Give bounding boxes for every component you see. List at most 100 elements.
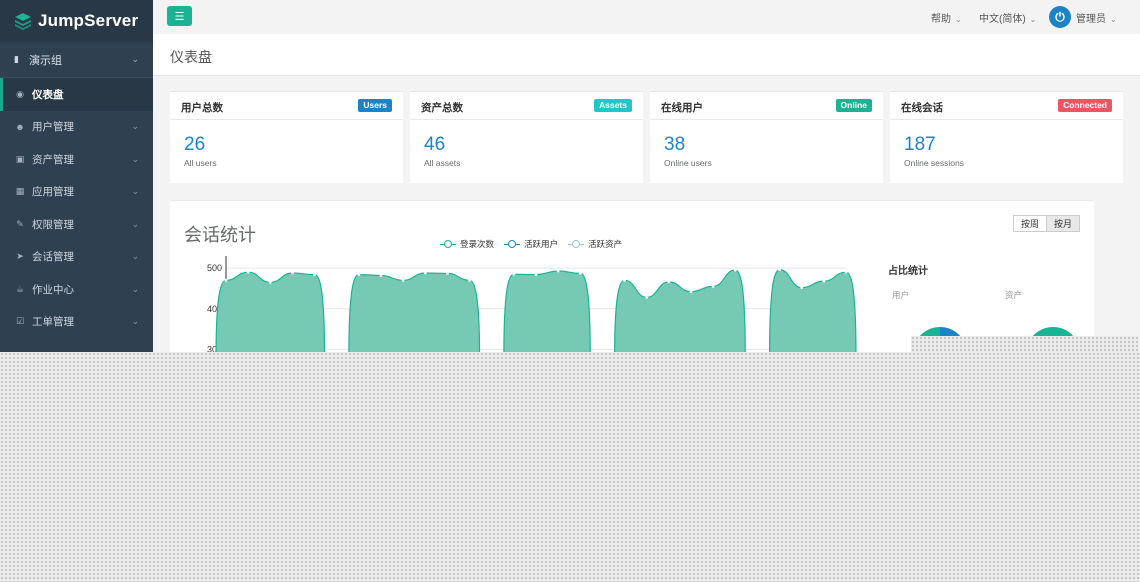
data-point[interactable] — [556, 269, 560, 273]
coffee-icon: ☕ — [15, 283, 25, 294]
placeholder-region — [911, 336, 1140, 352]
data-point[interactable] — [623, 278, 626, 282]
sidebar: JumpServer ▮ 演示组 ⌄ ◉ 仪表盘 ☻ 用户管理 ⌄ ▣ 资产管理… — [0, 0, 153, 352]
session-chart: 300400500 — [207, 256, 857, 352]
data-point[interactable] — [534, 273, 538, 277]
sidebar-item-dashboard[interactable]: ◉ 仪表盘 — [0, 78, 153, 111]
status-badge: Online — [835, 99, 872, 112]
data-point[interactable] — [224, 278, 228, 282]
legend-item[interactable]: 登录次数 — [440, 238, 494, 250]
power-icon: ⏻ — [1055, 9, 1065, 24]
sidebar-item-tickets[interactable]: ☑ 工单管理 ⌄ — [0, 306, 153, 339]
data-point[interactable] — [711, 285, 715, 288]
legend-marker-icon — [440, 240, 456, 248]
help-label: 帮助 — [931, 14, 951, 25]
card-title: 资产总数 — [421, 102, 463, 114]
data-point[interactable] — [667, 280, 671, 284]
top-navbar: ☰ 帮助 ⌄ 中文(简体) ⌄ ⏻ 管理员 ⌄ — [153, 0, 1140, 34]
card-value: 38 — [664, 134, 686, 155]
sidebar-item-label: 会话管理 — [32, 251, 74, 264]
data-point[interactable] — [844, 270, 848, 274]
data-point[interactable] — [268, 280, 272, 284]
data-point[interactable] — [800, 286, 804, 290]
data-point[interactable] — [401, 278, 405, 282]
language-menu[interactable]: 中文(简体) ⌄ — [979, 10, 1036, 25]
legend-item[interactable]: 活跃资产 — [568, 238, 622, 250]
ratio-user-label: 用户 — [892, 290, 910, 300]
org-label: 演示组 — [28, 54, 62, 67]
stat-card-online-users: 在线用户 Online 38 Online users — [650, 91, 883, 183]
chevron-down-icon: ⌄ — [131, 121, 139, 132]
data-point[interactable] — [578, 272, 582, 275]
card-title: 用户总数 — [181, 102, 223, 114]
card-value: 46 — [424, 134, 446, 155]
sidebar-item-assets[interactable]: ▣ 资产管理 ⌄ — [0, 143, 153, 176]
sidebar-item-sessions[interactable]: ➤ 会话管理 ⌄ — [0, 241, 153, 274]
data-point[interactable] — [645, 295, 649, 299]
card-title: 在线会话 — [901, 102, 943, 114]
card-value: 187 — [904, 134, 936, 155]
data-point[interactable] — [822, 279, 826, 283]
user-menu[interactable]: 管理员 ⌄ — [1076, 10, 1117, 25]
legend-label: 活跃资产 — [588, 239, 623, 249]
sidebar-item-label: 工单管理 — [32, 316, 74, 329]
data-point[interactable] — [778, 268, 781, 272]
data-point[interactable] — [357, 273, 361, 277]
stat-card-assets: 资产总数 Assets 46 All assets — [410, 91, 643, 183]
chevron-down-icon: ⌄ — [131, 316, 139, 327]
chevron-down-icon: ⌄ — [131, 218, 139, 229]
legend-label: 活跃用户 — [524, 239, 559, 249]
area-series — [215, 271, 326, 352]
sidebar-item-permissions[interactable]: ✎ 权限管理 ⌄ — [0, 208, 153, 241]
data-point[interactable] — [689, 290, 693, 294]
session-stats-panel: 会话统计 按周 按月 登录次数 活跃用户 活跃资产 300 400 500 占比统计… — [170, 200, 1094, 352]
data-point[interactable] — [512, 272, 516, 276]
rocket-icon: ➤ — [16, 251, 24, 262]
card-value: 26 — [184, 134, 206, 155]
data-point[interactable] — [733, 268, 737, 272]
chevron-down-icon: ⌄ — [1110, 15, 1117, 24]
card-header: 在线会话 Connected — [890, 92, 1123, 120]
card-header: 在线用户 Online — [650, 92, 883, 120]
org-selector[interactable]: ▮ 演示组 ⌄ — [0, 42, 153, 78]
data-point[interactable] — [423, 271, 427, 275]
by-month-button[interactable]: 按月 — [1046, 215, 1080, 232]
bookmark-icon: ▮ — [14, 54, 19, 64]
legend-item[interactable]: 活跃用户 — [504, 238, 558, 250]
page-title: 仪表盘 — [170, 49, 212, 65]
sidebar-item-jobs[interactable]: ☕ 作业中心 ⌄ — [0, 273, 153, 306]
inbox-icon: ▣ — [15, 153, 25, 164]
legend-marker-icon — [504, 240, 521, 248]
sidebar-item-label: 仪表盘 — [32, 88, 64, 101]
dashboard-content: 用户总数 Users 26 All users 资产总数 Assets 46 A… — [153, 76, 1140, 352]
card-header: 资产总数 Assets — [410, 92, 643, 120]
by-week-button[interactable]: 按周 — [1012, 215, 1047, 232]
data-point[interactable] — [246, 270, 250, 274]
logo[interactable]: JumpServer — [0, 0, 153, 42]
sidebar-item-applications[interactable]: ▦ 应用管理 ⌄ — [0, 176, 153, 209]
period-button-group: 按周 按月 — [1012, 215, 1080, 232]
data-point[interactable] — [313, 273, 316, 277]
nav-list: ◉ 仪表盘 ☻ 用户管理 ⌄ ▣ 资产管理 ⌄ ▦ 应用管理 ⌄ ✎ 权限管理 … — [0, 78, 153, 338]
data-point[interactable] — [379, 274, 383, 277]
menu-toggle-button[interactable]: ☰ — [167, 6, 192, 26]
chart-legend: 登录次数 活跃用户 活跃资产 — [440, 238, 622, 250]
sidebar-item-label: 权限管理 — [32, 218, 74, 231]
card-title: 在线用户 — [661, 102, 703, 114]
card-subtitle: All assets — [424, 158, 461, 168]
data-point[interactable] — [468, 278, 471, 282]
chevron-down-icon: ⌄ — [131, 283, 139, 294]
stat-card-online-sessions: 在线会话 Connected 187 Online sessions — [890, 91, 1123, 183]
help-menu[interactable]: 帮助 ⌄ — [931, 10, 962, 25]
data-point[interactable] — [446, 272, 449, 275]
brand-name: JumpServer — [38, 11, 139, 30]
placeholder-region — [0, 352, 1140, 582]
jumpserver-logo-icon — [15, 13, 31, 30]
ratio-asset-label: 资产 — [1005, 290, 1023, 300]
sidebar-item-label: 用户管理 — [32, 121, 74, 134]
chevron-down-icon: ⌄ — [131, 54, 139, 64]
avatar[interactable]: ⏻ — [1049, 6, 1071, 28]
dashboard-icon: ◉ — [16, 88, 24, 99]
sidebar-item-users[interactable]: ☻ 用户管理 ⌄ — [0, 111, 153, 144]
data-point[interactable] — [291, 271, 294, 275]
